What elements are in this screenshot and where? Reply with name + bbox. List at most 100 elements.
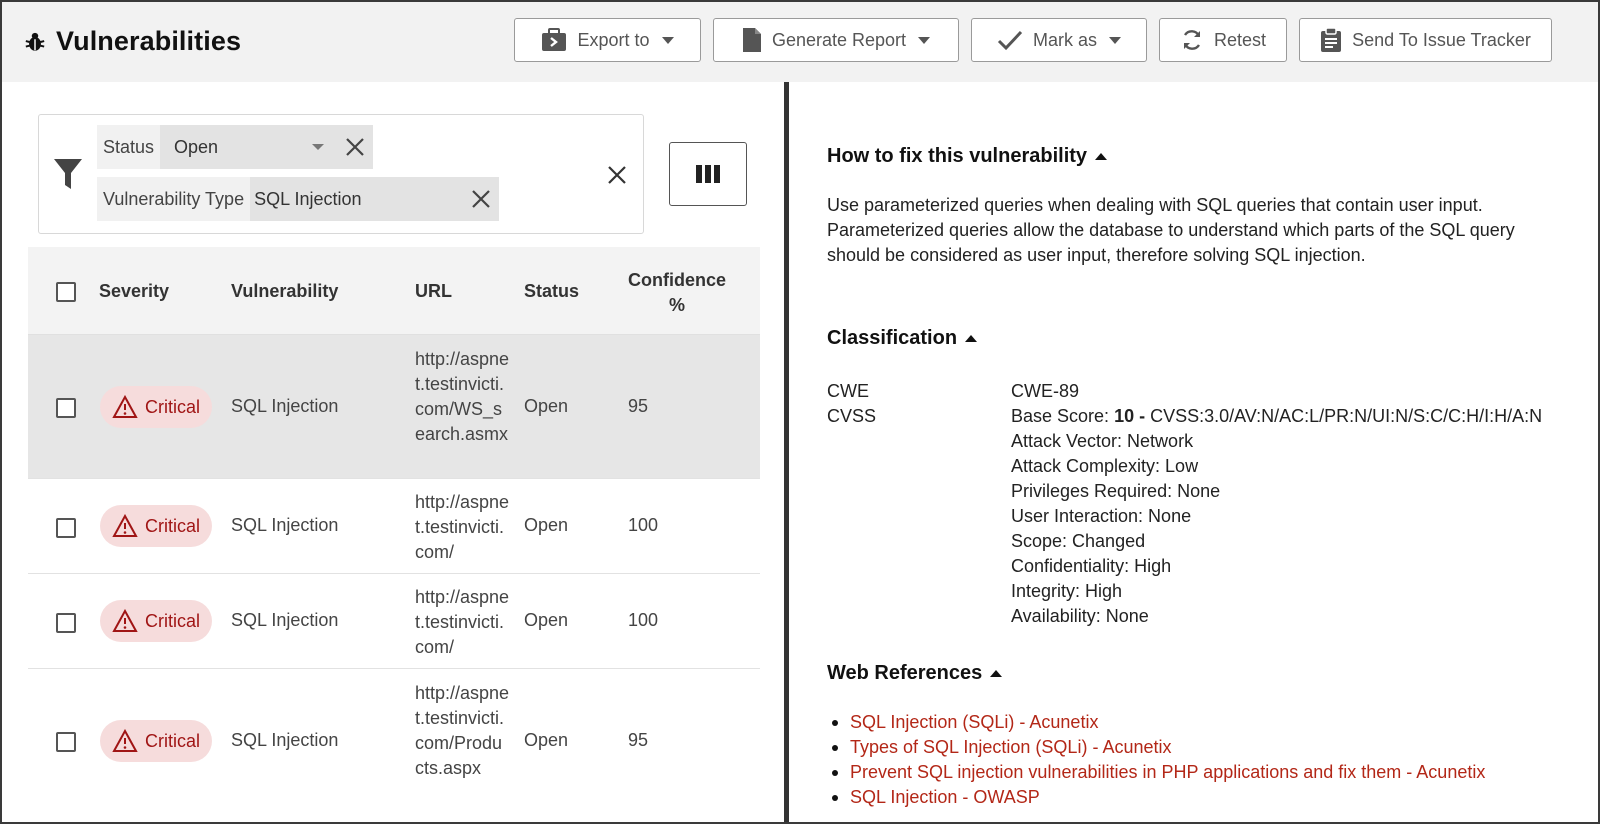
- chevron-up-icon[interactable]: [1095, 153, 1108, 160]
- cvss-detail: Availability: None: [1011, 606, 1149, 626]
- chevron-up-icon[interactable]: [990, 670, 1003, 677]
- list-item: SQL Injection - OWASP: [832, 785, 1485, 810]
- warning-icon: [112, 609, 138, 632]
- cvss-detail: Attack Vector: Network: [1011, 431, 1194, 451]
- warning-icon: [112, 729, 138, 752]
- vulnerability-cell[interactable]: SQL Injection: [231, 730, 338, 751]
- classification-title: Classification: [827, 327, 958, 349]
- confidence-cell: 95: [628, 396, 649, 416]
- row-checkbox[interactable]: [56, 398, 76, 418]
- classification-header[interactable]: Classification: [827, 327, 978, 350]
- severity-badge: Critical: [100, 720, 212, 762]
- column-header-severity[interactable]: Severity: [99, 281, 169, 302]
- export-to-label: Export to: [577, 29, 650, 50]
- vulnerability-type-filter-chip[interactable]: Vulnerability Type SQL Injection: [97, 177, 500, 221]
- warning-icon: [112, 514, 138, 537]
- vulnerabilities-table: Severity Vulnerability URL Status Confid…: [28, 247, 760, 822]
- chevron-up-icon[interactable]: [965, 335, 978, 342]
- close-icon[interactable]: [471, 189, 491, 209]
- status-filter-select[interactable]: Open: [160, 125, 374, 169]
- generate-report-label: Generate Report: [771, 29, 907, 50]
- cvss-vector: CVSS:3.0/AV:N/AC:L/PR:N/UI:N/S:C/C:H/I:H…: [1145, 406, 1543, 426]
- severity-badge: Critical: [100, 505, 212, 547]
- vulnerability-cell[interactable]: SQL Injection: [231, 515, 338, 536]
- cwe-value: CWE-89: [1011, 381, 1080, 401]
- cvss-base-prefix: Base Score:: [1011, 406, 1115, 426]
- check-icon: [997, 30, 1023, 51]
- status-filter-label: Status: [97, 125, 161, 169]
- filter-panel: Status Open Vulnerability Type SQL Injec…: [38, 114, 644, 234]
- row-checkbox[interactable]: [56, 518, 76, 538]
- mark-as-button[interactable]: Mark as: [971, 18, 1147, 62]
- chevron-down-icon[interactable]: [312, 144, 325, 150]
- send-to-issue-tracker-button[interactable]: Send To Issue Tracker: [1299, 18, 1552, 62]
- vulnerability-cell[interactable]: SQL Injection: [231, 610, 338, 631]
- severity-label: Critical: [144, 730, 200, 751]
- list-item: SQL Injection (SQLi) - Acunetix: [832, 710, 1485, 735]
- how-to-fix-header[interactable]: How to fix this vulnerability: [827, 145, 1108, 168]
- columns-button[interactable]: [669, 142, 747, 206]
- header-bar: Vulnerabilities Export to Generate Repor…: [2, 2, 1598, 82]
- table-row[interactable]: Critical SQL Injection http://aspnet.tes…: [28, 574, 760, 669]
- cvss-base-score: Base Score: 10 - CVSS:3.0/AV:N/AC:L/PR:N…: [1011, 406, 1542, 427]
- status-cell: Open: [524, 730, 569, 750]
- cvss-detail: Scope: Changed: [1011, 531, 1146, 551]
- cvss-label: CVSS: [827, 406, 877, 426]
- cvss-detail: User Interaction: None: [1011, 506, 1192, 526]
- cvss-detail: Privileges Required: None: [1011, 481, 1221, 501]
- reference-link[interactable]: Types of SQL Injection (SQLi) - Acunetix: [850, 735, 1171, 760]
- web-references-header[interactable]: Web References: [827, 662, 1003, 685]
- row-checkbox[interactable]: [56, 613, 76, 633]
- clear-filters-icon[interactable]: [607, 165, 627, 185]
- cvss-detail: Attack Complexity: Low: [1011, 456, 1199, 476]
- bug-icon: [25, 32, 45, 51]
- confidence-cell: 100: [628, 610, 659, 630]
- severity-badge: Critical: [100, 386, 212, 428]
- status-cell: Open: [524, 396, 569, 416]
- status-filter-chip[interactable]: Status Open: [97, 125, 374, 169]
- page-title: Vulnerabilities: [56, 26, 242, 56]
- chevron-down-icon: [661, 36, 674, 44]
- close-icon[interactable]: [345, 137, 365, 157]
- web-references-title: Web References: [827, 662, 983, 684]
- warning-icon: [112, 395, 138, 418]
- url-cell: http://aspnet.testinvicti.com/Products.a…: [415, 683, 510, 778]
- severity-label: Critical: [144, 515, 200, 536]
- vulnerability-type-filter-value: SQL Injection: [254, 188, 362, 209]
- confidence-cell: 100: [628, 515, 659, 535]
- column-header-vulnerability[interactable]: Vulnerability: [231, 281, 338, 302]
- table-row[interactable]: Critical SQL Injection http://aspnet.tes…: [28, 335, 760, 479]
- how-to-fix-text: Use parameterized queries when dealing w…: [827, 195, 1515, 265]
- table-row[interactable]: Critical SQL Injection http://aspnet.tes…: [28, 669, 760, 822]
- status-cell: Open: [524, 610, 569, 630]
- reference-link[interactable]: Prevent SQL injection vulnerabilities in…: [850, 760, 1485, 785]
- filter-icon: [54, 159, 82, 189]
- severity-label: Critical: [144, 610, 200, 631]
- column-header-confidence[interactable]: Confidence %: [624, 268, 730, 318]
- clipboard-icon: [1321, 27, 1342, 52]
- export-to-button[interactable]: Export to: [514, 18, 701, 62]
- list-item: Types of SQL Injection (SQLi) - Acunetix: [832, 735, 1485, 760]
- retest-button[interactable]: Retest: [1159, 18, 1287, 62]
- vulnerability-type-filter-label: Vulnerability Type: [97, 177, 251, 221]
- url-cell: http://aspnet.testinvicti.com/: [415, 587, 510, 657]
- reference-link[interactable]: SQL Injection (SQLi) - Acunetix: [850, 710, 1098, 735]
- row-checkbox[interactable]: [56, 732, 76, 752]
- confidence-cell: 95: [628, 730, 649, 750]
- url-cell: http://aspnet.testinvicti.com/: [415, 492, 510, 562]
- document-icon: [742, 28, 761, 52]
- chevron-down-icon: [1109, 36, 1121, 44]
- status-filter-value: Open: [174, 136, 219, 157]
- mark-as-label: Mark as: [1032, 29, 1097, 50]
- table-row[interactable]: Critical SQL Injection http://aspnet.tes…: [28, 479, 760, 574]
- column-header-url[interactable]: URL: [415, 281, 452, 302]
- vulnerability-cell[interactable]: SQL Injection: [231, 396, 338, 417]
- pane-resize-handle[interactable]: [784, 82, 789, 822]
- reference-link[interactable]: SQL Injection - OWASP: [850, 785, 1040, 810]
- generate-report-button[interactable]: Generate Report: [713, 18, 959, 62]
- title-group: Vulnerabilities: [24, 26, 241, 57]
- column-header-status[interactable]: Status: [524, 281, 579, 302]
- select-all-checkbox[interactable]: [56, 282, 76, 302]
- vulnerability-type-filter-value-box[interactable]: SQL Injection: [250, 177, 500, 221]
- app-window: Vulnerabilities Export to Generate Repor…: [0, 0, 1600, 824]
